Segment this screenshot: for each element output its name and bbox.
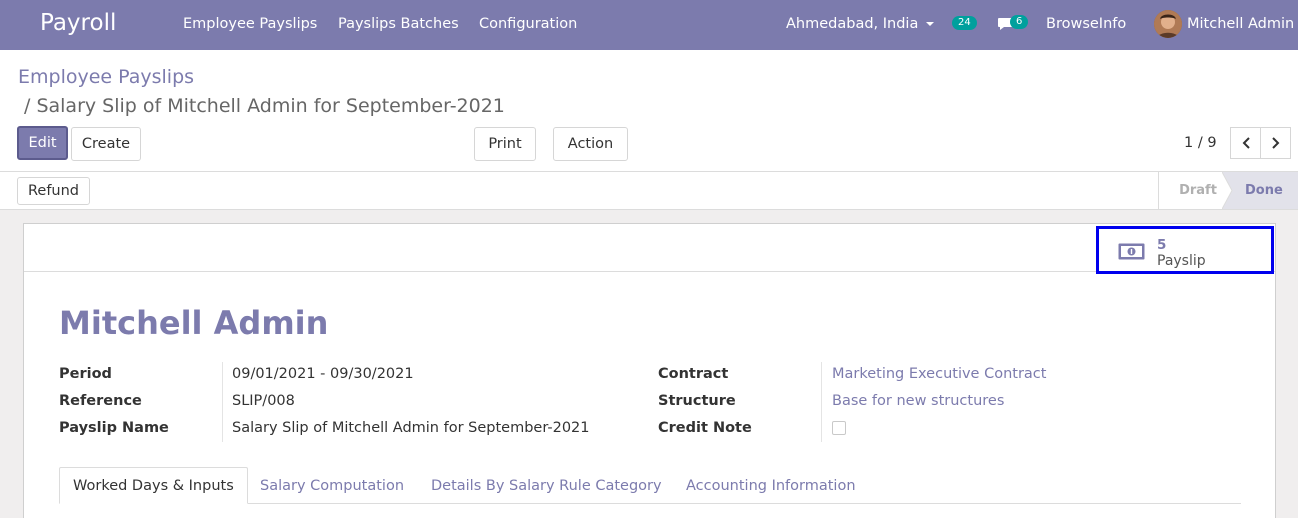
payslip-name-label: Payslip Name: [59, 420, 169, 436]
breadcrumb-parent[interactable]: Employee Payslips: [18, 66, 194, 88]
payslip-name-value[interactable]: Salary Slip of Mitchell Admin for Septem…: [232, 420, 590, 436]
breadcrumb-current: / Salary Slip of Mitchell Admin for Sept…: [24, 95, 505, 117]
contract-link[interactable]: Marketing Executive Contract: [832, 366, 1046, 382]
period-value[interactable]: 09/01/2021 - 09/30/2021: [232, 366, 414, 382]
contract-label: Contract: [658, 366, 729, 382]
menu-configuration[interactable]: Configuration: [479, 16, 577, 32]
menu-payslips-batches[interactable]: Payslips Batches: [338, 16, 459, 32]
status-done: Done: [1240, 172, 1298, 209]
field-divider-left: [222, 362, 223, 442]
employee-name[interactable]: Mitchell Admin: [59, 304, 328, 342]
menu-employee-payslips[interactable]: Employee Payslips: [183, 16, 317, 32]
pager-value[interactable]: 1 / 9: [1184, 135, 1217, 151]
refund-button[interactable]: Refund: [17, 177, 90, 205]
tab-salary-computation[interactable]: Salary Computation: [260, 467, 404, 504]
company-switcher[interactable]: Ahmedabad, India: [786, 16, 935, 32]
payslip-smart-button[interactable]: 5 Payslip: [1096, 226, 1274, 274]
activity-badge[interactable]: 24: [952, 16, 977, 30]
status-arrow: [1222, 172, 1240, 209]
control-panel: Employee Payslips / Salary Slip of Mitch…: [0, 50, 1298, 172]
structure-link[interactable]: Base for new structures: [832, 393, 1004, 409]
credit-note-checkbox[interactable]: [832, 421, 846, 435]
avatar[interactable]: [1154, 10, 1182, 38]
tab-details-by-salary-rule-category[interactable]: Details By Salary Rule Category: [431, 467, 662, 504]
top-navbar: Payroll Employee Payslips Payslips Batch…: [0, 0, 1298, 50]
chevron-left-icon: [1242, 137, 1250, 149]
status-draft-label: Draft: [1179, 183, 1217, 198]
pager-next-button[interactable]: [1260, 127, 1291, 159]
action-button[interactable]: Action: [553, 127, 628, 161]
user-name[interactable]: Mitchell Admin: [1187, 16, 1294, 32]
chevron-down-icon: [926, 22, 935, 26]
message-badge[interactable]: 6: [1010, 15, 1029, 29]
tab-worked-days-inputs[interactable]: Worked Days & Inputs: [59, 467, 248, 504]
smart-button-box: 5 Payslip: [24, 224, 1275, 274]
edit-button[interactable]: Edit: [17, 126, 68, 160]
status-draft[interactable]: Draft: [1159, 172, 1229, 209]
browseinfo-link[interactable]: BrowseInfo: [1046, 16, 1126, 32]
status-bar: Refund Draft Done: [0, 172, 1298, 210]
company-name: Ahmedabad, India: [786, 16, 919, 32]
form-sheet: 5 Payslip Mitchell Admin Period Referenc…: [23, 223, 1276, 518]
field-divider-right: [821, 362, 822, 442]
reference-value[interactable]: SLIP/008: [232, 393, 295, 409]
period-label: Period: [59, 366, 112, 382]
credit-note-label: Credit Note: [658, 420, 752, 436]
payslip-count: 5: [1157, 237, 1167, 253]
pager-previous-button[interactable]: [1230, 127, 1261, 159]
payslip-label: Payslip: [1157, 253, 1206, 269]
tab-accounting-information[interactable]: Accounting Information: [686, 467, 856, 504]
app-name[interactable]: Payroll: [40, 10, 116, 36]
money-icon: [1118, 243, 1145, 260]
create-button[interactable]: Create: [71, 127, 141, 161]
chevron-right-icon: [1271, 137, 1279, 149]
status-done-label: Done: [1245, 183, 1283, 198]
reference-label: Reference: [59, 393, 142, 409]
print-button[interactable]: Print: [474, 127, 536, 161]
notebook-tabs: Worked Days & Inputs Salary Computation …: [59, 467, 1241, 504]
structure-label: Structure: [658, 393, 736, 409]
